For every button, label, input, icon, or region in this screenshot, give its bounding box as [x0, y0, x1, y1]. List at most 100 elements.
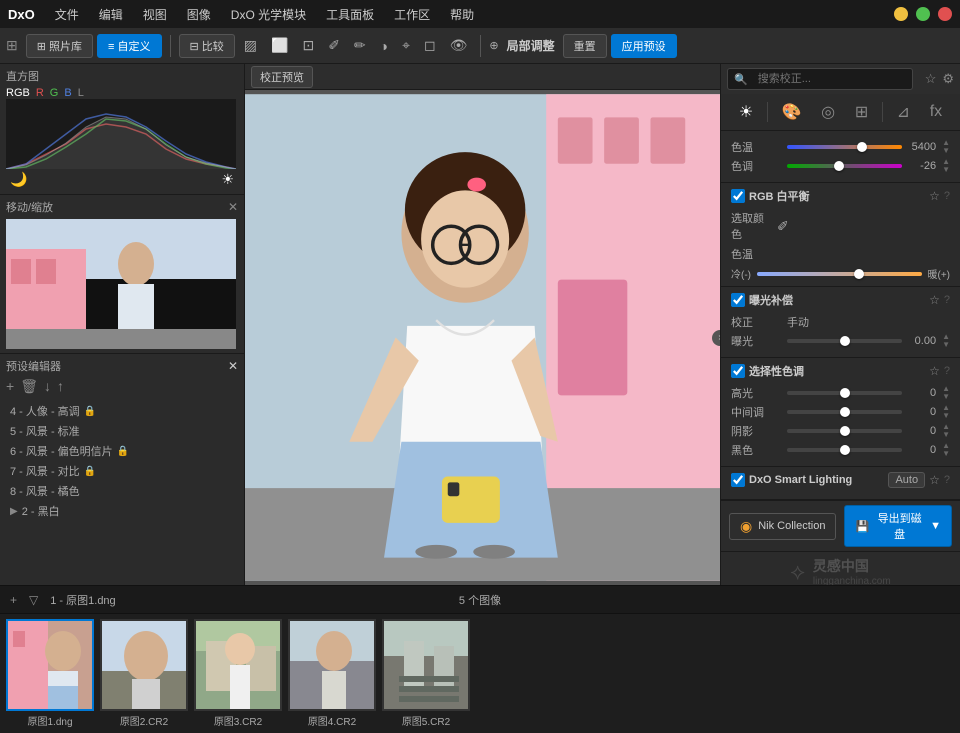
menu-image[interactable]: 图像: [183, 6, 215, 23]
filmstrip-thumb-5[interactable]: [382, 619, 470, 711]
menu-workspace[interactable]: 工作区: [390, 6, 434, 23]
bottom-add-icon[interactable]: +: [6, 591, 21, 609]
split-view-icon[interactable]: ▨: [239, 35, 262, 56]
view-icon[interactable]: 👁: [445, 35, 473, 56]
filmstrip-item-1[interactable]: 原图1.dng: [6, 619, 94, 728]
eyedropper-icon[interactable]: ✐: [323, 35, 345, 56]
highlight-arrows[interactable]: ▲ ▼: [942, 385, 950, 401]
preset-add-icon[interactable]: +: [6, 378, 14, 395]
reset-button[interactable]: 重置: [563, 34, 607, 58]
photolibrary-tab[interactable]: ⊞ 照片库: [26, 34, 93, 58]
sun-icon[interactable]: ☀: [221, 171, 234, 188]
apply-preset-button[interactable]: 应用预设: [611, 34, 677, 58]
preset-item-5[interactable]: 5 - 风景 - 标准: [6, 421, 238, 441]
exposure-thumb[interactable]: [840, 336, 850, 346]
exposure-help-icon[interactable]: ?: [944, 294, 950, 306]
color-tone-arrows[interactable]: ▲ ▼: [942, 158, 950, 174]
filmstrip-thumb-2[interactable]: [100, 619, 188, 711]
menu-file[interactable]: 文件: [51, 6, 83, 23]
color-tone-slider[interactable]: [787, 164, 902, 168]
settings-icon[interactable]: ⚙: [942, 71, 954, 87]
search-input[interactable]: [752, 71, 906, 87]
midtone-slider[interactable]: [787, 410, 902, 414]
preset-item-7[interactable]: 7 - 风景 - 对比 🔒: [6, 461, 238, 481]
tab-geometry[interactable]: ⊿: [891, 100, 916, 124]
filmstrip-thumb-3[interactable]: [194, 619, 282, 711]
wb-star-icon[interactable]: ☆: [929, 189, 940, 203]
export-button[interactable]: 💾 导出到磁盘 ▼: [844, 505, 952, 547]
wb-gradient-thumb[interactable]: [854, 269, 864, 279]
black-slider[interactable]: [787, 448, 902, 452]
menu-help[interactable]: 帮助: [446, 6, 478, 23]
preset-item-8[interactable]: 8 - 风景 - 橘色: [6, 481, 238, 501]
color-temp-thumb[interactable]: [857, 142, 867, 152]
movezoom-thumb[interactable]: [6, 219, 236, 349]
shadow-arrows[interactable]: ▲ ▼: [942, 423, 950, 439]
black-arrows[interactable]: ▲ ▼: [942, 442, 950, 458]
channel-b[interactable]: B: [64, 87, 71, 99]
wb-gradient-bar[interactable]: [757, 272, 922, 276]
menu-view[interactable]: 视图: [139, 6, 171, 23]
brush-icon[interactable]: ⌖: [397, 35, 415, 56]
preset-import-icon[interactable]: ↓: [44, 378, 51, 395]
smart-lighting-value[interactable]: Auto: [888, 472, 925, 488]
tab-tone[interactable]: ◎: [815, 100, 841, 124]
compare-button[interactable]: ⊟ 比较: [179, 34, 235, 58]
fullscreen-icon[interactable]: ⬜: [266, 35, 293, 56]
exposure-star-icon[interactable]: ☆: [929, 293, 940, 307]
smart-lighting-star-icon[interactable]: ☆: [929, 473, 940, 487]
channel-rgb[interactable]: RGB: [6, 87, 30, 99]
exposure-checkbox[interactable]: [731, 293, 745, 307]
tab-detail[interactable]: ⊞: [849, 100, 874, 124]
customize-tab[interactable]: ≡ 自定义: [97, 34, 161, 58]
minimize-button[interactable]: [894, 7, 908, 21]
filmstrip-thumb-4[interactable]: [288, 619, 376, 711]
paint-icon[interactable]: ✏: [349, 35, 371, 56]
preset-editor-close[interactable]: ✕: [228, 359, 238, 373]
tab-fx[interactable]: fx: [924, 101, 948, 123]
filmstrip-item-5[interactable]: 原图5.CR2: [382, 619, 470, 728]
star-icon[interactable]: ☆: [925, 71, 937, 87]
crop-icon[interactable]: ⊡: [297, 35, 319, 56]
correction-preview-button[interactable]: 校正预览: [251, 66, 313, 88]
menu-edit[interactable]: 编辑: [95, 6, 127, 23]
channel-r[interactable]: R: [36, 87, 44, 99]
channel-g[interactable]: G: [50, 87, 59, 99]
maximize-button[interactable]: [916, 7, 930, 21]
erase-icon[interactable]: ◻: [419, 35, 441, 56]
filmstrip-thumb-1[interactable]: [6, 619, 94, 711]
menu-tools[interactable]: 工具面板: [322, 6, 378, 23]
color-temp-slider[interactable]: [787, 145, 902, 149]
black-thumb[interactable]: [840, 445, 850, 455]
preset-item-4[interactable]: 4 - 人像 - 高调 🔒: [6, 401, 238, 421]
highlight-slider[interactable]: [787, 391, 902, 395]
color-temp-arrows[interactable]: ▲ ▼: [942, 139, 950, 155]
selective-tone-checkbox[interactable]: [731, 364, 745, 378]
preset-item-6[interactable]: 6 - 风景 - 偏色明信片 🔒: [6, 441, 238, 461]
wb-checkbox[interactable]: [731, 189, 745, 203]
filmstrip-item-4[interactable]: 原图4.CR2: [288, 619, 376, 728]
selective-tone-help-icon[interactable]: ?: [944, 365, 950, 377]
filmstrip-item-2[interactable]: 原图2.CR2: [100, 619, 188, 728]
bottom-filter-icon[interactable]: ▽: [25, 591, 42, 609]
channel-l[interactable]: L: [78, 87, 84, 99]
selective-tone-star-icon[interactable]: ☆: [929, 364, 940, 378]
shadow-slider[interactable]: [787, 429, 902, 433]
menu-dxo-optics[interactable]: DxO 光学模块: [227, 6, 310, 23]
wb-eyedropper-icon[interactable]: ✐: [777, 218, 789, 235]
smart-lighting-checkbox[interactable]: [731, 473, 745, 487]
movezoom-close[interactable]: ✕: [228, 200, 238, 214]
preset-delete-icon[interactable]: 🗑: [20, 378, 38, 395]
tab-light[interactable]: ☀: [733, 100, 759, 124]
midtone-thumb[interactable]: [840, 407, 850, 417]
color-tone-thumb[interactable]: [834, 161, 844, 171]
smart-lighting-help-icon[interactable]: ?: [944, 474, 950, 486]
gradient-icon[interactable]: ◑: [375, 36, 393, 56]
filmstrip-item-3[interactable]: 原图3.CR2: [194, 619, 282, 728]
moon-icon[interactable]: 🌙: [10, 171, 27, 188]
wb-help-icon[interactable]: ?: [944, 190, 950, 202]
shadow-thumb[interactable]: [840, 426, 850, 436]
preset-folder-bw[interactable]: ▶ 2 - 黑白: [6, 501, 238, 521]
tab-color[interactable]: 🎨: [776, 100, 808, 124]
preset-export-icon[interactable]: ↑: [57, 378, 64, 395]
